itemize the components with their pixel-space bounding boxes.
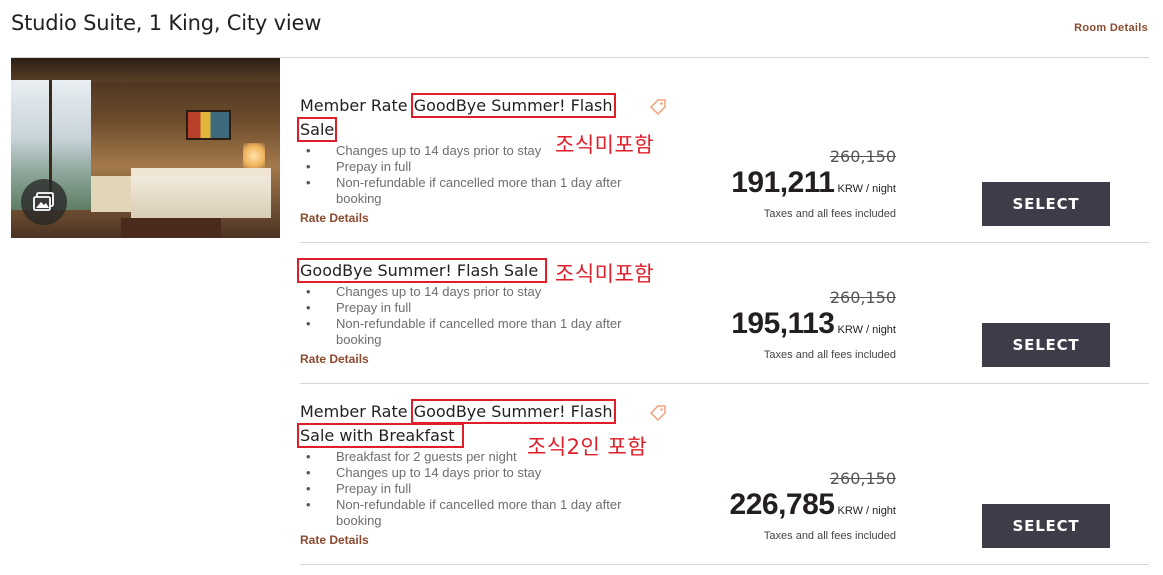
rate-conditions: Changes up to 14 days prior to stay Prep…	[300, 143, 660, 207]
original-price: 260,150	[829, 288, 896, 307]
list-item: Breakfast for 2 guests per night	[300, 449, 660, 465]
rate-conditions: Changes up to 14 days prior to stay Prep…	[300, 284, 660, 348]
rate-name: Member Rate GoodBye Summer! Flash	[300, 399, 616, 424]
price-block: 260,150 195,113 KRW / night Taxes and al…	[656, 288, 896, 361]
taxes-note: Taxes and all fees included	[763, 349, 896, 361]
select-button[interactable]: SELECT	[982, 323, 1110, 367]
discounted-price: 226,785	[729, 488, 835, 521]
rate-name: GoodBye Summer! Flash Sale	[296, 258, 548, 283]
rate-details-link[interactable]: Rate Details	[300, 533, 369, 547]
room-photo[interactable]	[11, 58, 280, 238]
rate-name: Member Rate GoodBye Summer! Flash	[300, 93, 616, 118]
image-gallery-icon[interactable]	[21, 179, 67, 225]
divider	[300, 383, 1149, 384]
divider	[300, 564, 1149, 565]
list-item: booking	[336, 513, 382, 528]
price-tag-icon	[649, 405, 666, 422]
rate-name-highlight: GoodBye Summer! Flash	[410, 93, 616, 118]
rate-name-highlight: GoodBye Summer! Flash	[410, 399, 616, 424]
price-unit: KRW / night	[837, 324, 897, 336]
rate-details-link[interactable]: Rate Details	[300, 352, 369, 366]
list-item: Prepay in full	[300, 300, 660, 316]
select-button[interactable]: SELECT	[982, 182, 1110, 226]
list-item: Changes up to 14 days prior to stay	[300, 465, 660, 481]
rate-name-highlight: GoodBye Summer! Flash Sale	[296, 258, 548, 283]
list-item: Non-refundable if cancelled more than 1 …	[300, 497, 660, 513]
list-item: Changes up to 14 days prior to stay	[300, 284, 660, 300]
original-price: 260,150	[829, 469, 896, 488]
list-item: Prepay in full	[300, 481, 660, 497]
discounted-price: 195,113	[731, 307, 835, 340]
divider	[300, 242, 1149, 243]
room-details-link[interactable]: Room Details	[1074, 22, 1148, 34]
list-item: Non-refundable if cancelled more than 1 …	[300, 316, 660, 332]
list-item: Non-refundable if cancelled more than 1 …	[300, 175, 660, 191]
price-block: 260,150 226,785 KRW / night Taxes and al…	[656, 469, 896, 542]
rate-details-link[interactable]: Rate Details	[300, 211, 369, 225]
price-block: 260,150 191,211 KRW / night Taxes and al…	[656, 147, 896, 220]
original-price: 260,150	[829, 147, 896, 166]
list-item: booking	[336, 332, 382, 347]
list-item: Prepay in full	[300, 159, 660, 175]
price-unit: KRW / night	[837, 183, 897, 195]
list-item: booking	[336, 191, 382, 206]
price-tag-icon	[649, 99, 666, 116]
list-item: Changes up to 14 days prior to stay	[300, 143, 660, 159]
taxes-note: Taxes and all fees included	[763, 208, 896, 220]
rate-name-highlight: Sale	[296, 117, 338, 142]
room-title: Studio Suite, 1 King, City view	[11, 11, 322, 35]
select-button[interactable]: SELECT	[982, 504, 1110, 548]
price-unit: KRW / night	[837, 505, 897, 517]
taxes-note: Taxes and all fees included	[763, 530, 896, 542]
discounted-price: 191,211	[731, 166, 835, 199]
rate-name-highlight: Sale with Breakfast	[297, 423, 464, 448]
rate-conditions: Breakfast for 2 guests per night Changes…	[300, 449, 660, 529]
